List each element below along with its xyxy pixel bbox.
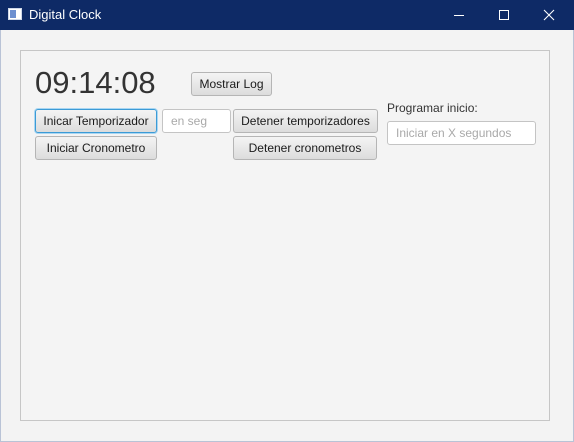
schedule-label: Programar inicio:: [387, 101, 478, 115]
close-button[interactable]: [526, 0, 572, 30]
minimize-icon: [454, 15, 464, 16]
stop-stopwatches-button[interactable]: Detener cronometros: [233, 136, 377, 160]
close-icon: [543, 9, 555, 21]
window-title: Digital Clock: [29, 7, 102, 22]
stop-timers-button[interactable]: Detener temporizadores: [233, 109, 378, 133]
start-stopwatch-button[interactable]: Iniciar Cronometro: [35, 136, 157, 160]
app-window-icon: [8, 8, 22, 20]
title-bar[interactable]: Digital Clock: [0, 0, 574, 30]
start-timer-button[interactable]: Inicar Temporizador: [35, 109, 157, 133]
clock-display: 09:14:08: [35, 65, 156, 100]
maximize-button[interactable]: [481, 0, 527, 30]
schedule-input[interactable]: Iniciar en X segundos: [387, 121, 536, 145]
minimize-button[interactable]: [436, 0, 482, 30]
maximize-icon: [499, 10, 509, 20]
show-log-button[interactable]: Mostrar Log: [191, 72, 272, 96]
seconds-input[interactable]: en seg: [162, 109, 231, 133]
